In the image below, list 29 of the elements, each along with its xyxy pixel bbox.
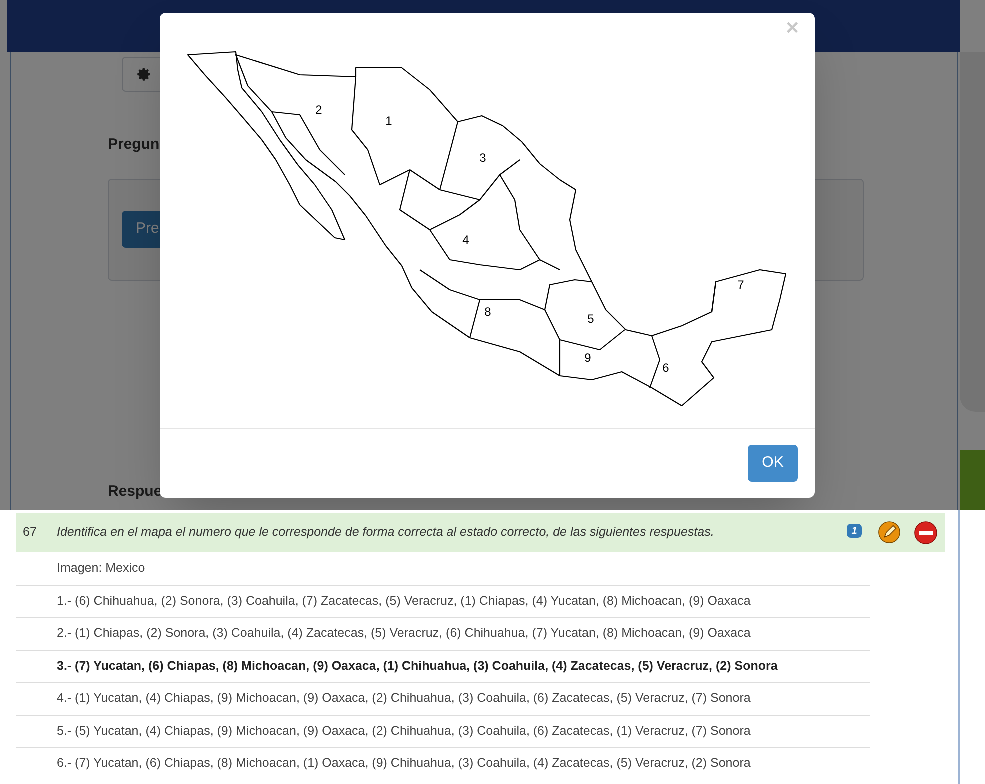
image-caption: Imagen: Mexico xyxy=(57,560,146,577)
settings-icon xyxy=(136,67,152,82)
delete-button[interactable] xyxy=(914,521,938,545)
map-label: 3 xyxy=(480,151,486,165)
answer-text: 5.- (5) Yucatan, (4) Chiapas, (9) Michoacan, (9) Oaxaca, (2) Chihuahua, (3) Coahuila, (6) Zacatecas, (1) Veracruz, (7) Sonora xyxy=(57,722,751,740)
pencil-icon xyxy=(878,521,901,544)
map-label: 8 xyxy=(484,305,492,319)
map-label: 1 xyxy=(386,114,392,128)
minus-circle-icon xyxy=(914,521,938,545)
question-number: 67 xyxy=(23,524,38,542)
map-label: 6 xyxy=(662,361,670,375)
map-label: 2 xyxy=(316,103,322,117)
answer-text: 6.- (7) Yucatan, (6) Chiapas, (8) Michoacan, (1) Oaxaca, (9) Chihuahua, (3) Coahuila, (4) Zacatecas, (5) Veracruz, (2) Sonora xyxy=(57,755,751,772)
section-heading: Pregun xyxy=(108,135,160,155)
count-badge: 1 xyxy=(847,524,862,538)
ok-button[interactable]: OK xyxy=(748,445,798,482)
answer-text: 2.- (1) Chiapas, (2) Sonora, (3) Coahuila, (4) Zacatecas, (5) Veracruz, (6) Chihuahua, (7) Yucatan, (8) Michoacan, (9) Oaxaca xyxy=(57,625,751,642)
grass-strip xyxy=(960,450,985,510)
answer-text: 4.- (1) Yucatan, (4) Chiapas, (9) Michoacan, (9) Oaxaca, (2) Chihuahua, (3) Coahuila, (6) Zacatecas, (5) Veracruz, (7) Sonora xyxy=(57,690,751,708)
answer-text: 1.- (6) Chihuahua, (2) Sonora, (3) Coahuila, (7) Zacatecas, (5) Veracruz, (1) Chiapas, (4) Yucatan, (8) Michoacan, (9) Oaxaca xyxy=(57,592,751,610)
answers-heading: Respue xyxy=(108,482,162,502)
map-label: 7 xyxy=(738,278,744,292)
map-label: 4 xyxy=(462,233,470,247)
map-label: 5 xyxy=(588,312,594,326)
answer-text: 3.- (7) Yucatan, (6) Chiapas, (8) Michoacan, (9) Oaxaca, (1) Chihuahua, (3) Coahuila, (4) Zacatecas, (5) Veracruz, (2) Sonora xyxy=(57,658,778,675)
close-button[interactable]: × xyxy=(786,17,799,39)
question-text: Identifica en el mapa el numero que le corresponde de forma correcta al estado correcto, de las siguientes respuestas. xyxy=(57,524,714,542)
map-label: 9 xyxy=(584,351,592,365)
edit-button[interactable] xyxy=(878,521,901,544)
